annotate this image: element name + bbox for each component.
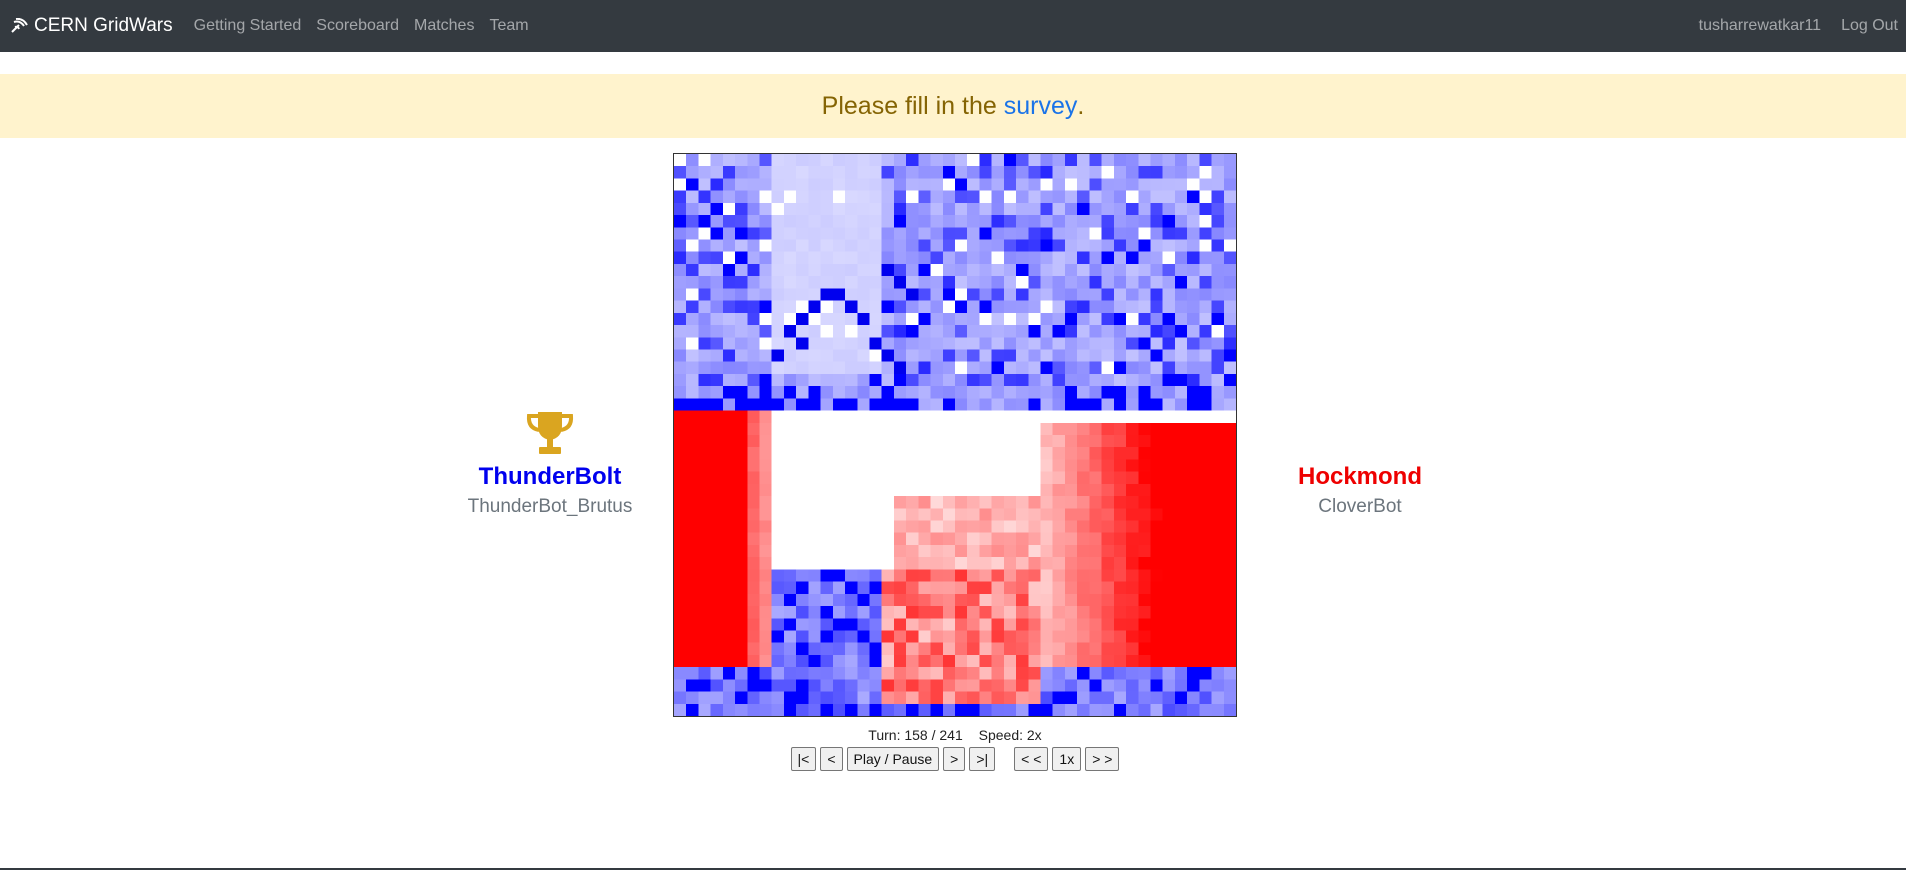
player-left: ThunderBolt ThunderBot_Brutus <box>400 408 700 522</box>
playback-controls: |< < Play / Pause > >| < < 1x > > <box>673 747 1237 771</box>
game-board <box>673 153 1237 717</box>
grid-canvas <box>674 154 1236 716</box>
turn-counter: Turn: 158 / 241 <box>868 727 963 743</box>
satellite-dish-icon <box>11 18 28 33</box>
last-turn-button[interactable]: >| <box>969 747 996 771</box>
survey-prefix: Please fill in the <box>821 91 1004 120</box>
logout-link[interactable]: Log Out <box>1841 17 1898 35</box>
prev-turn-button[interactable]: < <box>820 747 843 771</box>
nav-getting-started[interactable]: Getting Started <box>194 17 302 35</box>
nav-links: Getting Started Scoreboard Matches Team <box>194 17 544 35</box>
first-turn-button[interactable]: |< <box>790 747 817 771</box>
speed-reset-button[interactable]: 1x <box>1052 747 1082 771</box>
trophy-icon <box>526 412 574 454</box>
survey-banner: Please fill in the survey. <box>0 74 1906 138</box>
nav-username[interactable]: tusharrewatkar11 <box>1699 17 1821 35</box>
player-right: Hockmond CloverBot <box>1210 408 1510 522</box>
nav-user-area: tusharrewatkar11 Log Out <box>1679 0 1906 52</box>
slower-button[interactable]: < < <box>1014 747 1049 771</box>
controls-spacer <box>997 747 1012 771</box>
brand-name: CERN GridWars <box>34 15 173 36</box>
survey-link[interactable]: survey <box>1004 92 1078 121</box>
survey-suffix: . <box>1077 91 1085 120</box>
speed-indicator: Speed: 2x <box>978 727 1042 743</box>
play-pause-button[interactable]: Play / Pause <box>846 747 940 771</box>
right-team-name: Hockmond <box>1297 463 1422 490</box>
nav-scoreboard[interactable]: Scoreboard <box>316 17 399 35</box>
left-team-name: ThunderBolt <box>478 463 622 490</box>
top-navbar: CERN GridWars Getting Started Scoreboard… <box>0 0 1906 52</box>
game-status: Turn: 158 / 241 Speed: 2x <box>673 727 1237 743</box>
nav-team[interactable]: Team <box>489 17 528 35</box>
right-bot-name: CloverBot <box>1318 496 1402 517</box>
faster-button[interactable]: > > <box>1085 747 1120 771</box>
next-turn-button[interactable]: > <box>943 747 966 771</box>
left-bot-name: ThunderBot_Brutus <box>467 496 633 517</box>
brand-link[interactable]: CERN GridWars <box>10 15 173 37</box>
nav-matches[interactable]: Matches <box>414 17 474 35</box>
